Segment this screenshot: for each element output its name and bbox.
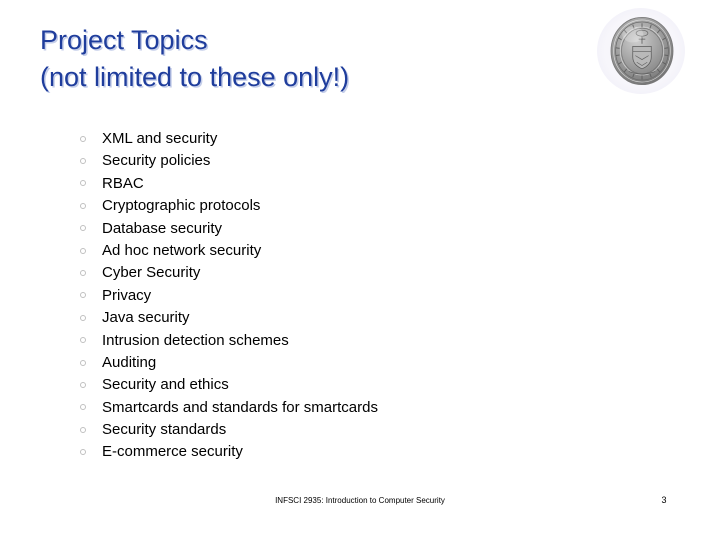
list-item: Auditing: [78, 352, 638, 374]
list-item-label: Security standards: [102, 421, 227, 439]
list-item: Intrusion detection schemes: [78, 330, 638, 352]
slide-number: 3: [661, 495, 667, 505]
list-item: Ad hoc network security: [78, 240, 638, 262]
list-item-label: Database security: [102, 219, 223, 237]
bullet-circle-icon: [80, 292, 86, 299]
bullet-circle-icon: [80, 180, 86, 187]
list-item-label: Auditing: [102, 353, 157, 371]
list-item-label: Privacy: [102, 286, 152, 304]
page-title-line-2: (not limited to these only!): [40, 62, 350, 92]
list-item: Security standards: [78, 419, 638, 441]
bullet-circle-icon: [80, 404, 86, 411]
list-item: E-commerce security: [78, 441, 638, 463]
list-item: Java security: [78, 307, 638, 329]
bullet-circle-icon: [80, 158, 86, 165]
bullet-circle-icon: [80, 135, 86, 142]
bullet-circle-icon: [80, 359, 86, 366]
list-item: Cryptographic protocols: [78, 195, 638, 217]
bullet-circle-icon: [80, 314, 86, 321]
list-item-label: RBAC: [102, 174, 144, 192]
list-item-label: Cyber Security: [102, 264, 201, 282]
university-seal: [597, 8, 685, 94]
list-item-label: Cryptographic protocols: [102, 197, 261, 215]
bullet-circle-icon: [80, 381, 86, 388]
slide-canvas: Project Topics (not limited to these onl…: [0, 0, 720, 540]
bullet-circle-icon: [80, 225, 86, 232]
list-item: XML and security: [78, 128, 638, 150]
list-item-label: E-commerce security: [102, 443, 243, 461]
list-item: RBAC: [78, 173, 638, 195]
list-item-label: Java security: [102, 309, 190, 327]
list-item: Privacy: [78, 285, 638, 307]
bullet-circle-icon: [80, 247, 86, 254]
list-item: Smartcards and standards for smartcards: [78, 397, 638, 419]
list-item-label: Intrusion detection schemes: [102, 331, 289, 349]
bullet-circle-icon: [80, 270, 86, 277]
list-item-label: Ad hoc network security: [102, 241, 262, 259]
list-item-label: Smartcards and standards for smartcards: [102, 398, 378, 416]
page-title-line-1: Project Topics: [40, 25, 208, 55]
page-title: Project Topics (not limited to these onl…: [40, 22, 570, 96]
list-item: Cyber Security: [78, 262, 638, 284]
bullet-circle-icon: [80, 202, 86, 209]
university-seal-icon: [610, 16, 674, 86]
topic-list: XML and security Security policies RBAC …: [78, 128, 638, 464]
list-item-label: XML and security: [102, 130, 218, 147]
footer-course-label: INFSCI 2935: Introduction to Computer Se…: [275, 496, 445, 505]
list-item: Security and ethics: [78, 374, 638, 396]
bullet-circle-icon: [80, 449, 86, 456]
bullet-circle-icon: [80, 337, 86, 344]
list-item: Security policies: [78, 150, 638, 172]
list-item-label: Security policies: [102, 152, 211, 170]
bullet-circle-icon: [80, 426, 86, 433]
list-item: Database security: [78, 218, 638, 240]
list-item-label: Security and ethics: [102, 376, 229, 394]
